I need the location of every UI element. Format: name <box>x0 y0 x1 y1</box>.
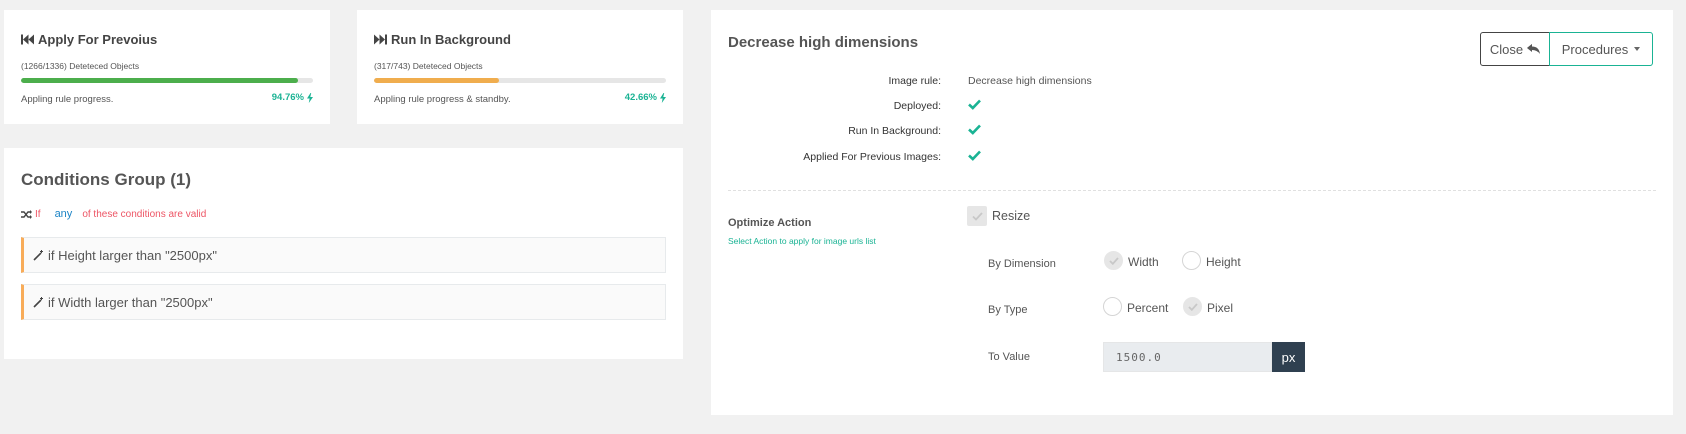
resize-checkbox[interactable] <box>967 206 987 226</box>
section-divider <box>728 190 1656 191</box>
progress-note: Appling rule progress & standby. <box>374 94 511 105</box>
pixel-radio[interactable] <box>1183 297 1202 316</box>
conditions-if-label: If <box>35 208 41 220</box>
width-label: Width <box>1128 255 1159 269</box>
check-icon <box>968 150 981 161</box>
by-dimension-label: By Dimension <box>988 258 1056 270</box>
check-icon <box>968 124 981 135</box>
to-value-input[interactable]: 1500.0 <box>1103 342 1272 372</box>
magic-wand-icon <box>33 249 43 261</box>
bolt-icon <box>307 92 313 103</box>
rule-detail-panel: Decrease high dimensions Close Procedure… <box>711 10 1673 415</box>
resize-label: Resize <box>992 209 1031 223</box>
reply-icon <box>1527 43 1541 54</box>
card-title: Run In Background <box>391 32 511 47</box>
percent-label: Percent <box>1127 301 1169 315</box>
condition-text: if Height larger than "2500px" <box>48 247 217 263</box>
check-icon <box>1108 256 1119 265</box>
fast-forward-icon <box>374 34 387 45</box>
check-icon <box>971 211 983 221</box>
rule-title: Decrease high dimensions <box>728 34 919 51</box>
fast-backward-icon <box>21 34 34 45</box>
progress-bar-fill <box>21 78 298 83</box>
unit-addon: px <box>1272 342 1305 372</box>
conditions-mode-line: If any of these conditions are valid <box>21 208 206 220</box>
progress-card-run-background: Run In Background (317/743) Deteteced Ob… <box>357 10 683 124</box>
conditions-group-title: Conditions Group (1) <box>21 170 191 189</box>
progress-percent: 94.76% <box>271 92 304 103</box>
conditions-mode-toggle[interactable]: any <box>55 208 73 220</box>
run-in-background-label: Run In Background: <box>848 125 941 137</box>
check-icon <box>1187 302 1198 311</box>
progress-bar <box>21 78 313 83</box>
progress-bar-fill <box>374 78 499 83</box>
progress-note: Appling rule progress. <box>21 94 114 105</box>
optimize-action-title: Optimize Action <box>728 217 812 229</box>
detected-objects-count: (1266/1336) Deteteced Objects <box>21 61 140 71</box>
close-button-label: Close <box>1489 41 1524 57</box>
image-rule-label: Image rule: <box>888 75 941 87</box>
bolt-icon <box>660 92 666 103</box>
caret-down-icon <box>1634 47 1641 51</box>
deployed-label: Deployed: <box>893 100 941 112</box>
check-icon <box>968 99 981 110</box>
conditions-group-panel: Conditions Group (1) If any of these con… <box>4 148 683 359</box>
card-title: Apply For Prevoius <box>38 32 158 47</box>
magic-wand-icon <box>33 296 43 308</box>
percent-radio[interactable] <box>1103 297 1122 316</box>
pixel-label: Pixel <box>1207 301 1234 315</box>
applied-previous-label: Applied For Previous Images: <box>803 151 941 163</box>
condition-text: if Width larger than "2500px" <box>48 294 213 310</box>
procedures-dropdown-button[interactable]: Procedures <box>1549 32 1653 66</box>
height-radio[interactable] <box>1182 251 1201 270</box>
image-rule-value: Decrease high dimensions <box>968 75 1092 87</box>
random-icon <box>21 209 32 219</box>
condition-item[interactable]: if Width larger than "2500px" <box>21 284 666 320</box>
height-label: Height <box>1206 255 1241 269</box>
close-button[interactable]: Close <box>1480 32 1550 66</box>
width-radio[interactable] <box>1104 251 1123 270</box>
conditions-rest-label: of these conditions are valid <box>82 208 207 220</box>
condition-item[interactable]: if Height larger than "2500px" <box>21 237 666 273</box>
optimize-action-subtitle: Select Action to apply for image urls li… <box>728 236 876 246</box>
progress-bar <box>374 78 666 83</box>
progress-percent: 42.66% <box>624 92 657 103</box>
progress-card-apply-previous: Apply For Prevoius (1266/1336) Deteteced… <box>4 10 330 124</box>
detected-objects-count: (317/743) Deteteced Objects <box>374 61 483 71</box>
to-value-label: To Value <box>988 351 1030 363</box>
procedures-button-label: Procedures <box>1561 41 1629 57</box>
by-type-label: By Type <box>988 304 1028 316</box>
